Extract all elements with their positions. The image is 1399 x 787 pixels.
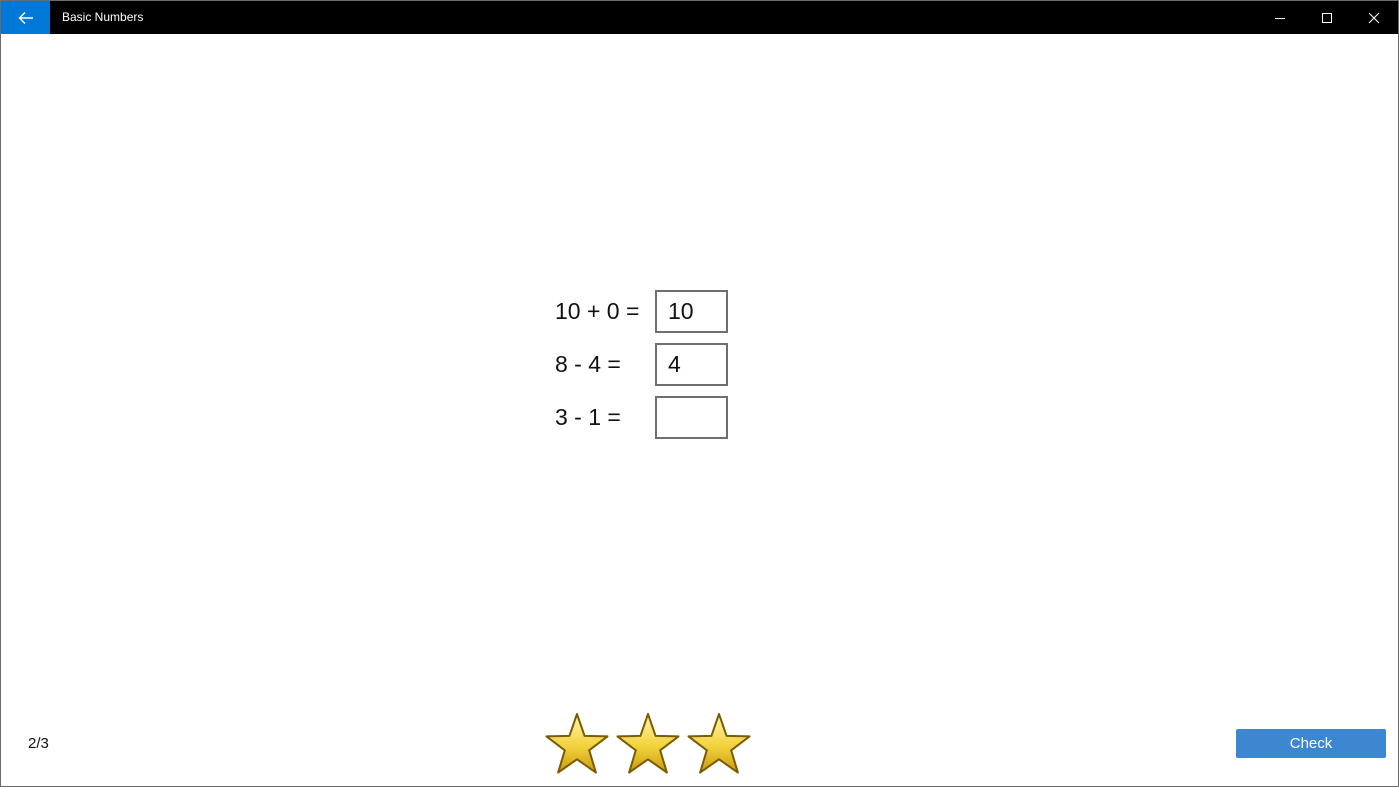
progress-counter: 2/3: [28, 735, 49, 752]
problem-expression: 8 - 4 =: [555, 351, 621, 377]
close-button[interactable]: [1351, 1, 1397, 34]
app-title: Basic Numbers: [62, 10, 144, 24]
star-icon: [687, 713, 751, 774]
answer-input[interactable]: [657, 292, 726, 331]
app-window: Basic Numbers 10 + 0 = 8 - 4 =: [0, 0, 1399, 787]
maximize-icon: [1322, 12, 1332, 23]
answer-box: [655, 290, 728, 333]
answer-box: [655, 343, 728, 386]
answer-input[interactable]: [657, 398, 726, 437]
minimize-icon: [1275, 17, 1285, 19]
back-button[interactable]: [1, 1, 50, 34]
star-icon: [545, 713, 609, 774]
close-icon: [1368, 12, 1380, 23]
minimize-button[interactable]: [1257, 1, 1303, 34]
answer-input[interactable]: [657, 345, 726, 384]
problem-row: 8 - 4 =: [555, 343, 730, 386]
problem-expression: 3 - 1 =: [555, 404, 621, 430]
answer-box: [655, 396, 728, 439]
problem-row: 10 + 0 =: [555, 290, 730, 333]
star-icon: [616, 713, 680, 774]
check-button[interactable]: Check: [1236, 729, 1386, 758]
title-bar: Basic Numbers: [1, 1, 1398, 34]
problem-row: 3 - 1 =: [555, 396, 730, 439]
arrow-left-icon: [18, 11, 33, 24]
maximize-button[interactable]: [1304, 1, 1350, 34]
problem-expression: 10 + 0 =: [555, 298, 640, 324]
